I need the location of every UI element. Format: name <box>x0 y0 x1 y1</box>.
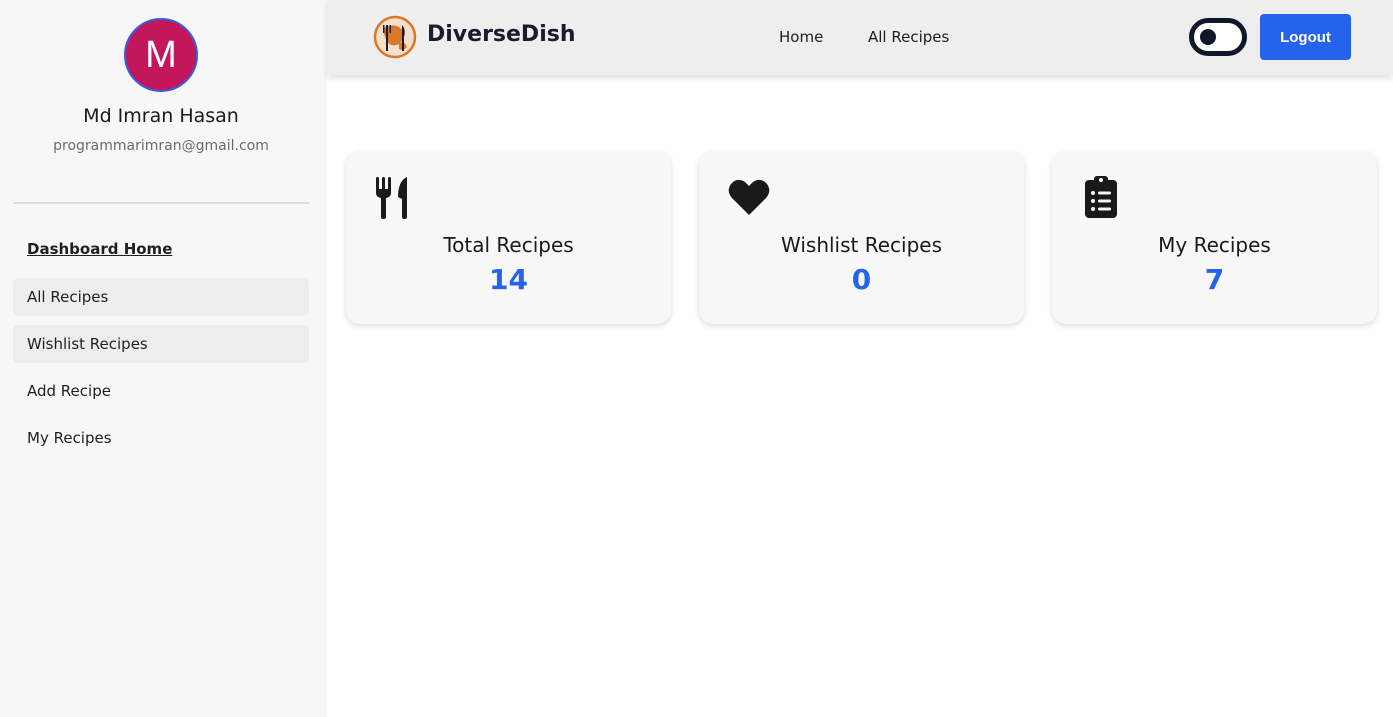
sidebar-item-label: Wishlist Recipes <box>27 335 148 353</box>
sidebar-divider <box>13 202 309 204</box>
sidebar: M Md Imran Hasan programmarimran@gmail.c… <box>0 0 327 717</box>
stat-card-total-recipes: Total Recipes 14 <box>346 151 671 324</box>
sidebar-item-dashboard-home[interactable]: Dashboard Home <box>13 230 309 268</box>
top-navbar: DiverseDish Home All Recipes Logout <box>327 0 1393 75</box>
sidebar-item-all-recipes[interactable]: All Recipes <box>13 278 309 316</box>
toggle-knob <box>1200 29 1216 45</box>
logout-button[interactable]: Logout <box>1260 14 1351 60</box>
heart-icon <box>727 175 770 221</box>
sidebar-item-add-recipe[interactable]: Add Recipe <box>13 372 309 410</box>
sidebar-item-label: Dashboard Home <box>27 240 173 258</box>
card-value: 14 <box>489 263 528 296</box>
brand-name[interactable]: DiverseDish <box>427 22 576 47</box>
clipboard-list-icon <box>1084 175 1124 221</box>
sidebar-item-label: All Recipes <box>27 288 109 306</box>
sidebar-item-wishlist-recipes[interactable]: Wishlist Recipes <box>13 325 309 363</box>
stat-card-wishlist-recipes: Wishlist Recipes 0 <box>699 151 1024 324</box>
stat-card-my-recipes: My Recipes 7 <box>1052 151 1377 324</box>
nav-link-all-recipes[interactable]: All Recipes <box>868 28 949 46</box>
nav-link-home[interactable]: Home <box>779 28 823 46</box>
user-email: programmarimran@gmail.com <box>53 138 269 154</box>
avatar-initial: M <box>145 33 177 76</box>
card-value: 7 <box>1204 263 1225 296</box>
brand-logo-icon[interactable] <box>373 15 417 59</box>
avatar[interactable]: M <box>124 18 198 92</box>
card-value: 0 <box>851 263 872 296</box>
utensils-icon <box>374 175 414 221</box>
card-title: My Recipes <box>1158 233 1271 257</box>
user-name: Md Imran Hasan <box>83 105 239 127</box>
card-title: Wishlist Recipes <box>781 233 942 257</box>
sidebar-item-my-recipes[interactable]: My Recipes <box>13 419 309 457</box>
card-title: Total Recipes <box>443 233 574 257</box>
sidebar-item-label: My Recipes <box>27 429 112 447</box>
sidebar-item-label: Add Recipe <box>27 382 111 400</box>
theme-toggle[interactable] <box>1189 18 1247 56</box>
